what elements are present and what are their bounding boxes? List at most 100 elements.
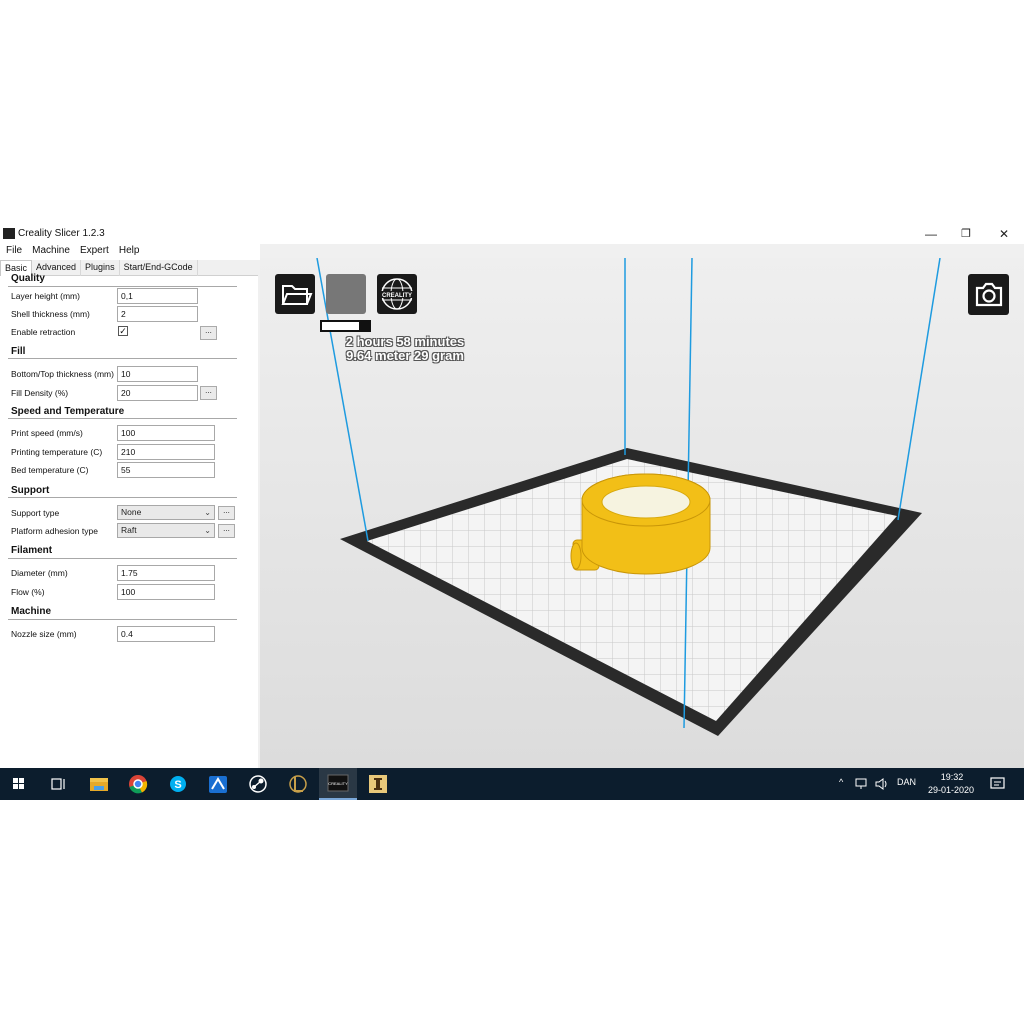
skype-button[interactable]: S (159, 768, 197, 800)
nozzle-size-input[interactable]: 0.4 (117, 626, 215, 642)
svg-text:S: S (174, 779, 181, 791)
screenshot-button[interactable] (968, 274, 1009, 315)
steam-icon (249, 775, 267, 793)
chrome-button[interactable] (119, 768, 157, 800)
chevron-down-icon: ⌄ (204, 526, 211, 535)
close-button[interactable]: ✕ (985, 225, 1023, 243)
print-speed-input[interactable]: 100 (117, 425, 215, 441)
menu-help[interactable]: Help (114, 244, 145, 260)
printing-temperature-input[interactable]: 210 (117, 444, 215, 460)
other-app-button[interactable] (359, 768, 397, 800)
model-ring-hole (601, 485, 691, 519)
support-type-value: None (121, 507, 142, 517)
enable-retraction-checkbox[interactable]: ✓ (118, 326, 128, 336)
steam-button[interactable] (239, 768, 277, 800)
windows-taskbar: S CREALITY ^ DAN 19:32 29-01-2020 (0, 768, 1024, 800)
diameter-label: Diameter (mm) (11, 568, 68, 578)
network-icon[interactable] (855, 777, 869, 791)
section-divider (8, 497, 237, 498)
window-title: Creality Slicer 1.2.3 (18, 228, 105, 239)
save-gcode-button[interactable] (326, 274, 366, 314)
section-divider (8, 619, 237, 620)
minimize-button[interactable]: — (912, 225, 950, 243)
league-icon (289, 775, 307, 793)
creality-slicer-window: Creality Slicer 1.2.3 — ❐ ✕ File Machine… (0, 224, 1024, 800)
3d-viewport[interactable]: CREALITY 2 hours 58 minutes 9.64 meter 2… (260, 258, 1024, 768)
section-divider (8, 358, 237, 359)
creality-slicer-taskbar-button[interactable]: CREALITY (319, 768, 357, 800)
layer-height-input[interactable]: 0,1 (117, 288, 198, 304)
menu-file[interactable]: File (0, 244, 27, 260)
adhesion-more-button[interactable]: ... (218, 524, 235, 538)
shell-thickness-label: Shell thickness (mm) (11, 309, 90, 319)
clock-time[interactable]: 19:32 (930, 772, 974, 782)
platform-adhesion-label: Platform adhesion type (11, 526, 98, 536)
file-explorer-button[interactable] (80, 768, 118, 800)
platform-adhesion-value: Raft (121, 525, 137, 535)
notifications-icon[interactable] (990, 776, 1006, 792)
section-machine-title: Machine (11, 606, 52, 617)
support-type-select[interactable]: None ⌄ (117, 505, 215, 520)
start-button[interactable] (0, 768, 38, 800)
diameter-input[interactable]: 1.75 (117, 565, 215, 581)
chevron-down-icon: ⌄ (204, 508, 211, 517)
title-bar: Creality Slicer 1.2.3 — ❐ ✕ (0, 224, 1024, 244)
tab-plugins[interactable]: Plugins (81, 260, 120, 276)
creality-taskbar-label: CREALITY (328, 781, 348, 786)
print-time-text: 2 hours 58 minutes (345, 334, 465, 349)
model-boss-cap (570, 542, 582, 570)
league-of-legends-button[interactable] (279, 768, 317, 800)
input-language-indicator[interactable]: DAN (897, 777, 916, 787)
open-file-button[interactable] (275, 274, 315, 314)
fill-density-label: Fill Density (%) (11, 388, 69, 398)
section-fill-title: Fill (11, 346, 26, 357)
folder-icon (281, 285, 313, 305)
bed-temperature-input[interactable]: 55 (117, 462, 215, 478)
chrome-icon (129, 775, 148, 794)
fill-more-button[interactable]: ... (200, 386, 217, 400)
shell-thickness-input[interactable]: 2 (117, 306, 198, 322)
volume-icon[interactable] (874, 777, 888, 791)
cura-icon (209, 776, 227, 793)
3d-model (570, 473, 711, 575)
windows-logo-icon (13, 778, 24, 789)
settings-panel: Basic Advanced Plugins Start/End-GCode Q… (0, 260, 258, 768)
section-divider (8, 558, 237, 559)
menu-machine[interactable]: Machine (27, 244, 75, 260)
tray-overflow-icon[interactable]: ^ (839, 777, 843, 787)
section-divider (8, 418, 237, 419)
layer-height-label: Layer height (mm) (11, 291, 80, 301)
menu-bar: File Machine Expert Help (0, 244, 260, 260)
bottom-top-thickness-input[interactable]: 10 (117, 366, 198, 382)
slice-progress-bar (320, 320, 371, 332)
nozzle-size-label: Nozzle size (mm) (11, 629, 77, 639)
section-divider (8, 286, 237, 287)
ultimaker-cura-button[interactable] (199, 768, 237, 800)
bed-temperature-label: Bed temperature (C) (11, 465, 89, 475)
enable-retraction-label: Enable retraction (11, 327, 76, 337)
flow-label: Flow (%) (11, 587, 45, 597)
tab-start-end-gcode[interactable]: Start/End-GCode (120, 260, 198, 276)
clock-date[interactable]: 29-01-2020 (922, 785, 980, 795)
material-usage-text: 9.64 meter 29 gram (346, 348, 464, 363)
menu-expert[interactable]: Expert (75, 244, 114, 260)
file-explorer-icon (90, 778, 108, 791)
skype-icon: S (170, 776, 186, 792)
task-view-button[interactable] (39, 768, 77, 800)
section-filament-title: Filament (11, 545, 53, 556)
support-more-button[interactable]: ... (218, 506, 235, 520)
task-view-icon (51, 778, 65, 790)
printing-temperature-label: Printing temperature (C) (11, 447, 103, 457)
flow-input[interactable]: 100 (117, 584, 215, 600)
bottom-top-thickness-label: Bottom/Top thickness (mm) (11, 369, 114, 379)
maximize-button[interactable]: ❐ (947, 225, 985, 243)
section-support-title: Support (11, 485, 50, 496)
fill-density-input[interactable]: 20 (117, 385, 198, 401)
creality-app-icon: CREALITY (327, 774, 349, 792)
retraction-more-button[interactable]: ... (200, 326, 217, 340)
creality-cloud-button[interactable]: CREALITY (377, 274, 417, 314)
print-speed-label: Print speed (mm/s) (11, 428, 83, 438)
section-quality-title: Quality (11, 273, 45, 284)
platform-adhesion-select[interactable]: Raft ⌄ (117, 523, 215, 538)
app-icon (3, 228, 15, 239)
